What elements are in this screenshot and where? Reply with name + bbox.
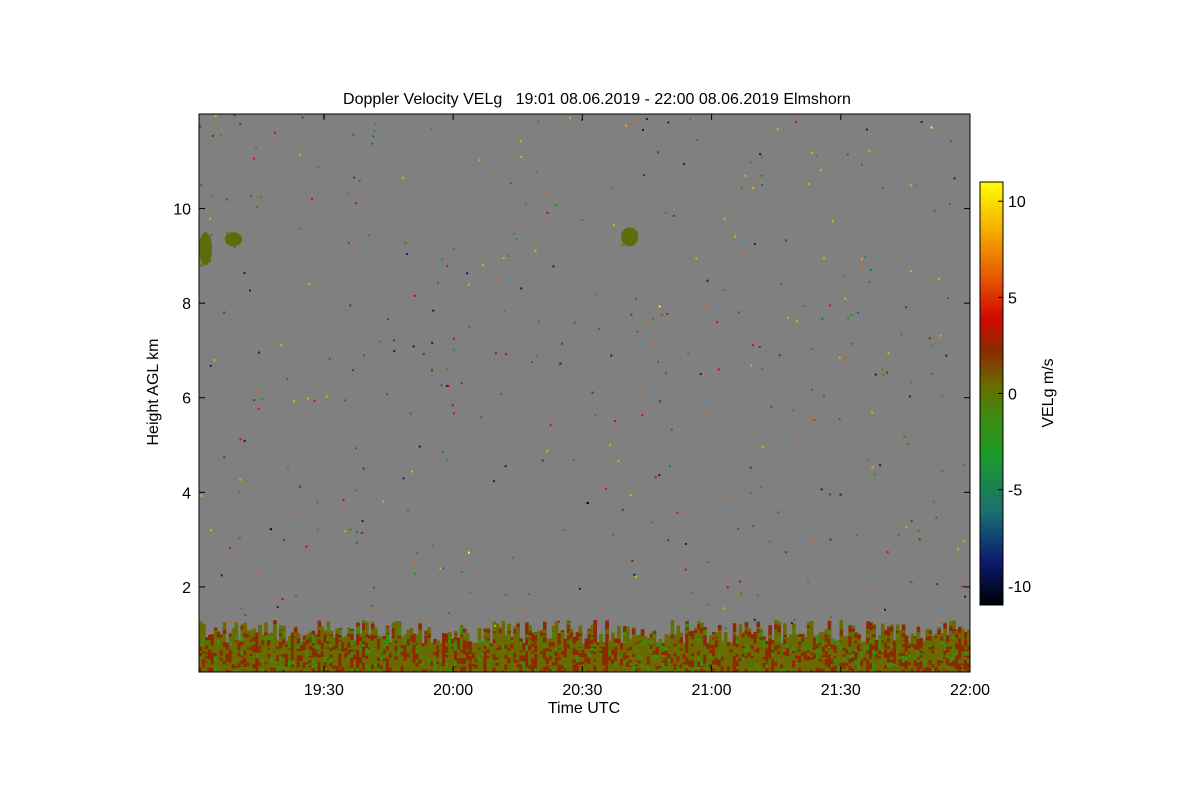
colorbar-tick-label: 5 xyxy=(1008,290,1017,307)
colorbar-tick-label: 0 xyxy=(1008,387,1017,404)
colorbar-tick-label: -10 xyxy=(1008,579,1031,596)
x-tick-label: 21:30 xyxy=(821,682,861,699)
colorbar-label: VELg m/s xyxy=(1040,358,1057,427)
plot-area xyxy=(198,113,971,673)
chart-figure: Doppler Velocity VELg 19:01 08.06.2019 -… xyxy=(145,91,1057,717)
chart-title: Doppler Velocity VELg 19:01 08.06.2019 -… xyxy=(343,91,851,108)
x-tick-label: 19:30 xyxy=(304,682,344,699)
y-tick-label: 2 xyxy=(182,580,191,597)
colorbar-tick-label: 10 xyxy=(1008,194,1026,211)
y-tick-label: 4 xyxy=(182,485,191,502)
y-tick-label: 6 xyxy=(182,391,191,408)
x-tick-label: 21:00 xyxy=(692,682,732,699)
y-axis-label: Height AGL km xyxy=(145,338,162,445)
upper-cloud-region xyxy=(621,227,639,247)
x-tick-label: 20:30 xyxy=(562,682,602,699)
x-axis-label: Time UTC xyxy=(548,700,620,717)
colorbar-tick-label: -5 xyxy=(1008,483,1022,500)
x-tick-label: 20:00 xyxy=(433,682,473,699)
x-tick-label: 22:00 xyxy=(950,682,990,699)
y-tick-label: 10 xyxy=(173,202,191,219)
plot-background xyxy=(199,114,970,672)
y-tick-label: 8 xyxy=(182,296,191,313)
colorbar: 10 5 0 -5 -10 VELg m/s xyxy=(979,181,1057,606)
